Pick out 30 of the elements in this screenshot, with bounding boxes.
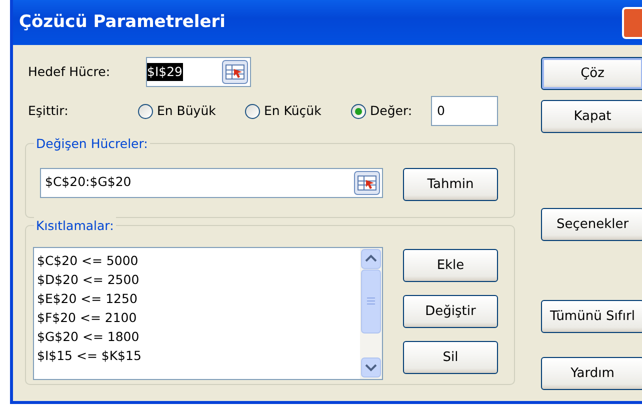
dialog-button[interactable]: Kapat (541, 100, 642, 133)
list-item[interactable]: $F$20 <= 2100 (37, 308, 360, 327)
constraint-button[interactable]: Sil (403, 341, 498, 374)
list-item[interactable]: $I$15 <= $K$15 (37, 346, 360, 365)
group-title: Değişen Hücreler: (34, 135, 150, 152)
list-item[interactable]: $G$20 <= 1800 (37, 327, 360, 346)
dialog-button[interactable]: Yardım (541, 357, 642, 390)
range-picker-icon[interactable] (354, 170, 380, 194)
scrollbar[interactable] (360, 248, 382, 379)
range-picker-icon[interactable] (222, 60, 248, 84)
dialog-button[interactable]: Çöz (541, 57, 642, 90)
window-title: Çözücü Parametreleri (19, 10, 226, 34)
changing-cells-field[interactable]: $C$20:$G$20 (40, 168, 383, 198)
field-label: Hedef Hücre: (28, 62, 112, 81)
radio-option[interactable]: En Büyük (138, 102, 245, 120)
list-item[interactable]: $E$20 <= 1250 (37, 289, 360, 308)
radio-option[interactable]: Değer: (351, 102, 431, 120)
target-cell-field[interactable]: $I$29 (146, 57, 251, 87)
constraint-button[interactable]: Ekle (403, 249, 498, 282)
dialog-button[interactable]: Tümünü Sıfırl (541, 300, 642, 333)
constraints-list[interactable]: $C$20 <= 5000 $D$20 <= 2500 $E$20 <= 1250 $F$20 <= 2100 $G$20 <= 1800 $I$15 <= $K$15 (33, 247, 383, 380)
list-item[interactable]: $D$20 <= 2500 (37, 270, 360, 289)
radio-option[interactable]: En Küçük (245, 102, 351, 120)
list-item[interactable]: $C$20 <= 5000 (37, 251, 360, 270)
field-label: Eşittir: (28, 102, 70, 120)
constraint-button[interactable]: Değiştir (403, 295, 498, 328)
guess-button[interactable]: Tahmin (403, 168, 498, 201)
value-field[interactable]: 0 (431, 96, 498, 126)
dialog-button[interactable]: Seçenekler (541, 208, 642, 241)
close-button[interactable] (622, 6, 642, 38)
